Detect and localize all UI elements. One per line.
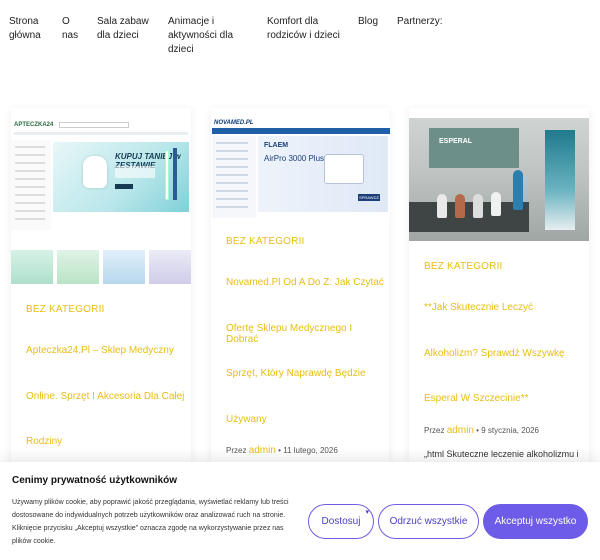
post-title-line: Novamed.Pl Od A Do Z: Jak Czytać (226, 277, 384, 288)
promo-button: SPRAWDŹ (358, 194, 380, 201)
menu-bar-shape (212, 128, 390, 134)
post-title[interactable]: Apteczka24.Pl – Sklep Medyczny Online. S… (26, 345, 186, 447)
nav-item-home[interactable]: Strona główna (9, 15, 41, 43)
post-meta: Przez admin • 11 lutego, 2026 (226, 445, 338, 456)
nav-item-label: Komfort dla (267, 16, 319, 27)
rollup-banner-shape (545, 130, 575, 230)
toothbrush-icon (165, 150, 169, 200)
nav-item-label: dzieci (168, 44, 194, 55)
nav-item-label: dla dzieci (97, 30, 139, 41)
product-tile (57, 250, 99, 284)
cookie-title: Cenimy prywatność użytkowników (12, 475, 178, 486)
nav-item-label: nas (62, 30, 79, 41)
product-tile (103, 250, 145, 284)
post-title-line: Używany (226, 414, 267, 425)
customize-button[interactable]: Dostosuj ▾ (308, 504, 374, 539)
sofa-shape (409, 202, 529, 232)
main-navigation: Strona główna O nas Sala zabaw dla dziec… (0, 12, 600, 62)
post-thumbnail[interactable]: ESPERAL (409, 118, 589, 241)
post-title-line: Alkoholizm? Sprawdź Wszywkę (424, 348, 565, 359)
product-tile (149, 250, 191, 284)
author-link[interactable]: admin (447, 425, 474, 436)
nav-item-comfort[interactable]: Komfort dla rodziców i dzieci (267, 15, 340, 43)
chevron-down-icon: ▾ (365, 509, 369, 516)
nav-item-label: Partnerzy: (397, 16, 443, 27)
post-title-line: Apteczka24.Pl – Sklep Medyczny (26, 345, 174, 356)
promo-text-shape (115, 166, 155, 178)
wall-panel-shape (429, 128, 519, 168)
reject-all-button[interactable]: Odrzuć wszystkie (378, 504, 479, 539)
nav-item-animations[interactable]: Animacje i aktywności dla dzieci (168, 15, 233, 57)
accept-all-button[interactable]: Akceptuj wszystko (483, 504, 588, 539)
meta-prefix: Przez (226, 446, 247, 455)
person-icon (455, 194, 465, 218)
post-title-line: **Jak Skutecznie Leczyć (424, 302, 533, 313)
meta-prefix: Przez (424, 426, 445, 435)
product-name: AirPro 3000 Plus (264, 154, 325, 163)
nav-item-playroom[interactable]: Sala zabaw dla dzieci (97, 15, 149, 43)
cookie-text: Używamy plików cookie, aby poprawić jako… (12, 499, 289, 545)
post-title-line: Ofertę Sklepu Medycznego I Dobrać (226, 323, 353, 345)
menu-bar-shape (14, 132, 188, 135)
nav-item-blog[interactable]: Blog (358, 15, 378, 29)
post-title-line: Rodziny (26, 436, 63, 447)
nav-item-about[interactable]: O nas (62, 15, 78, 43)
nav-item-partners[interactable]: Partnerzy: (397, 15, 443, 29)
toothbrush-icon (173, 148, 177, 200)
person-icon (491, 192, 501, 216)
post-thumbnail[interactable]: NOVAMED.PL FLAEM AirPro 3000 Plus SPRAWD… (212, 118, 390, 218)
person-icon (473, 194, 483, 218)
post-title[interactable]: **Jak Skutecznie Leczyć Alkoholizm? Spra… (424, 302, 584, 404)
nav-item-label: Strona (9, 16, 39, 27)
search-bar-shape (59, 122, 129, 128)
category-list-shape (212, 136, 256, 218)
person-icon (513, 170, 523, 210)
product-tiles (11, 250, 191, 284)
cookie-consent-banner: Cenimy prywatność użytkowników Używamy p… (0, 462, 600, 560)
tooth-icon (83, 156, 107, 188)
post-meta: Przez admin • 9 stycznia, 2026 (424, 425, 539, 436)
post-date: • 11 lutego, 2026 (278, 446, 338, 455)
customize-label: Dostosuj (321, 516, 361, 527)
nav-item-label: Blog (358, 16, 379, 27)
post-excerpt: „html Skuteczne leczenie alkoholizmu i (424, 449, 579, 459)
post-category[interactable]: BEZ KATEGORII (226, 236, 305, 247)
post-title[interactable]: Novamed.Pl Od A Do Z: Jak Czytać Ofertę … (226, 277, 386, 425)
post-category[interactable]: BEZ KATEGORII (424, 261, 503, 272)
person-icon (437, 194, 447, 218)
promo-banner: KUPUJ TANIEJ w ZESTAWIE (53, 142, 189, 212)
post-category[interactable]: BEZ KATEGORII (26, 304, 105, 315)
clinic-sign: ESPERAL (439, 138, 473, 145)
post-title-line: Esperal W Szczecinie** (424, 393, 529, 404)
product-tile (11, 250, 53, 284)
post-thumbnail[interactable]: APTECZKA24 KUPUJ TANIEJ w ZESTAWIE (11, 118, 191, 285)
nebulizer-icon (324, 154, 364, 184)
nav-item-label: rodziców i dzieci (267, 30, 340, 41)
promo-banner: FLAEM AirPro 3000 Plus SPRAWDŹ (258, 136, 388, 212)
nav-item-label: główna (9, 30, 41, 41)
promo-button-shape (115, 184, 133, 189)
category-list-shape (11, 140, 51, 230)
brand-label: FLAEM (264, 142, 289, 149)
nav-item-label: Sala zabaw (97, 16, 149, 27)
post-date: • 9 stycznia, 2026 (476, 426, 540, 435)
shop-logo: APTECZKA24 (14, 122, 54, 128)
nav-item-label: aktywności dla (168, 30, 234, 41)
thumbnail-header: APTECZKA24 (11, 118, 191, 140)
nav-item-label: O (62, 16, 70, 27)
author-link[interactable]: admin (249, 445, 276, 456)
nav-item-label: Animacje i (168, 16, 215, 27)
shop-logo: NOVAMED.PL (214, 120, 254, 126)
post-title-line: Sprzęt, Który Naprawdę Będzie (226, 368, 366, 379)
post-title-line: Online. Sprzęt I Akcesoria Dla Całej (26, 391, 185, 402)
